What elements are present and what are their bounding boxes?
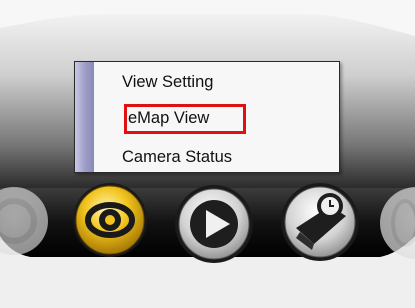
menu-item-view-setting[interactable]: View Setting <box>122 71 213 93</box>
menu-side-strip <box>75 62 94 172</box>
context-menu: View Setting eMap View Camera Status <box>74 61 340 173</box>
menu-item-emap-view[interactable]: eMap View <box>128 107 209 129</box>
menu-item-camera-status[interactable]: Camera Status <box>122 146 232 168</box>
